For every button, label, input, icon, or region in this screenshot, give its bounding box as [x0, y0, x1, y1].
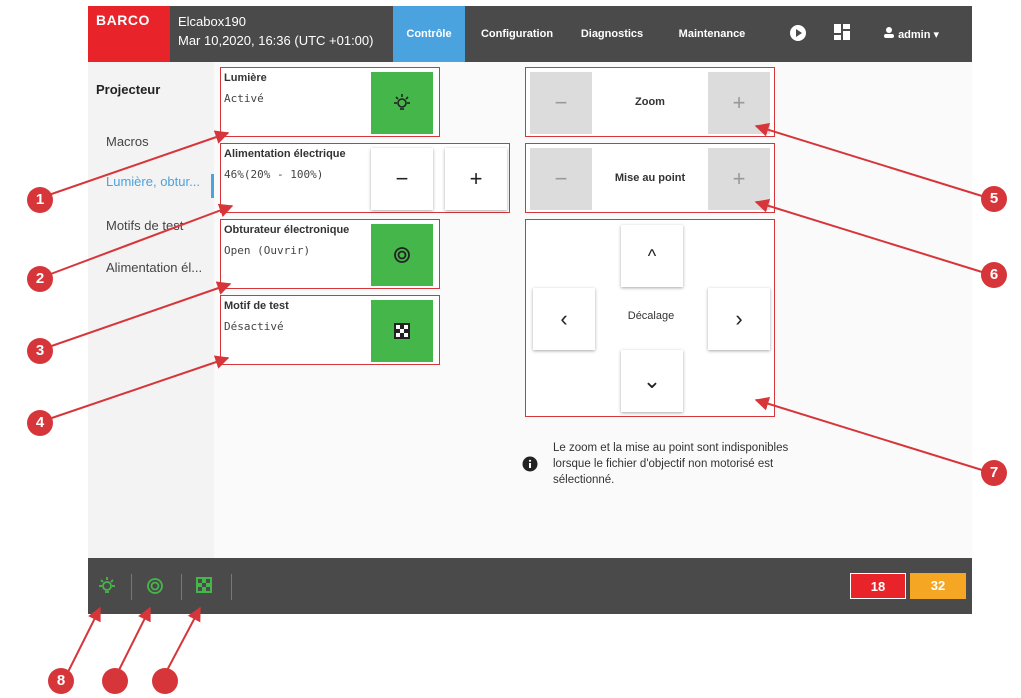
callout-7: 7: [981, 460, 1007, 486]
callout-5: 5: [981, 186, 1007, 212]
callout-4: 4: [27, 410, 53, 436]
callout-2: 2: [27, 266, 53, 292]
callout-1: 1: [27, 187, 53, 213]
annotation-arrows: [39, 123, 983, 677]
callout-8: 8: [48, 668, 74, 694]
callout-9: [102, 668, 128, 694]
callout-3: 3: [27, 338, 53, 364]
callout-6: 6: [981, 262, 1007, 288]
callout-10: [152, 668, 178, 694]
